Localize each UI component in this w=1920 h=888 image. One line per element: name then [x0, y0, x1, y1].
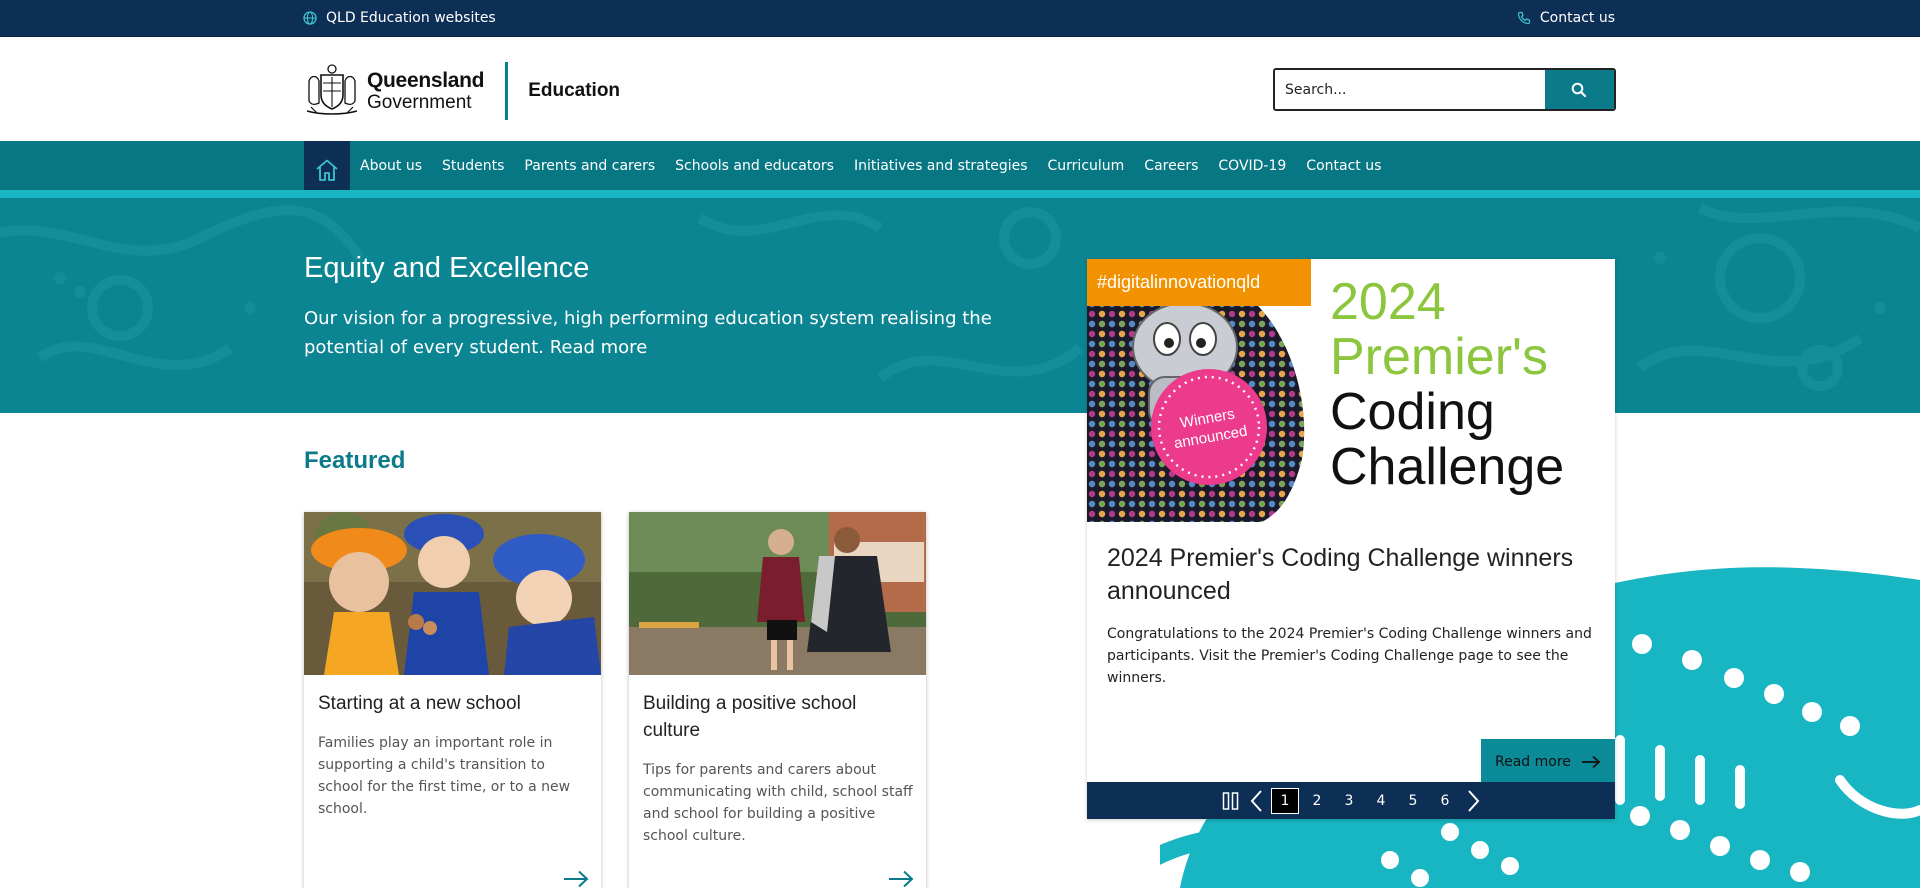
- nav-accent-stripe: [0, 190, 1920, 198]
- search-button[interactable]: [1544, 70, 1614, 109]
- coat-of-arms-icon: [306, 64, 358, 115]
- site-header: Queensland Government Education: [0, 37, 1920, 141]
- search-icon: [1572, 82, 1587, 97]
- chevron-right-icon: [1468, 789, 1480, 812]
- carousel-next-button[interactable]: [1465, 789, 1481, 813]
- hero-banner: Equity and Excellence Our vision for a p…: [0, 198, 1920, 413]
- arrow-right-icon[interactable]: [563, 870, 589, 888]
- utility-bar: QLD Education websites Contact us: [0, 0, 1920, 37]
- nav-item-initiatives-and-strategies[interactable]: Initiatives and strategies: [854, 158, 1028, 174]
- nav-item-about-us[interactable]: About us: [360, 158, 422, 174]
- arrow-right-icon[interactable]: [888, 870, 914, 888]
- globe-icon: [303, 11, 317, 25]
- brand-wordmark: Queensland Government: [367, 69, 485, 113]
- carousel-banner-image[interactable]: #digitalinnovationqld Winners announced …: [1087, 259, 1615, 522]
- banner-heading: 2024 Premier's Coding Challenge: [1330, 275, 1564, 495]
- pause-icon: [1222, 791, 1239, 810]
- card-title[interactable]: Building a positive school culture: [643, 690, 913, 744]
- carousel-read-more-button[interactable]: Read more: [1481, 739, 1615, 784]
- department-name: Education: [528, 80, 621, 101]
- card-text: Families play an important role in suppo…: [318, 735, 571, 817]
- card-image-school-walk: [629, 512, 926, 675]
- banner-line-4: Challenge: [1330, 438, 1565, 496]
- nav-item-parents-and-carers[interactable]: Parents and carers: [524, 158, 655, 174]
- carousel-page-2[interactable]: 2: [1303, 788, 1331, 814]
- arrow-right-icon: [1581, 755, 1601, 768]
- featured-heading: Featured: [304, 447, 406, 474]
- card-text: Tips for parents and carers about commun…: [643, 762, 913, 844]
- carousel-page-4[interactable]: 4: [1367, 788, 1395, 814]
- nav-item-curriculum[interactable]: Curriculum: [1048, 158, 1125, 174]
- hero-title: Equity and Excellence: [304, 252, 590, 284]
- phone-icon: [1517, 11, 1531, 25]
- card-title[interactable]: Starting at a new school: [318, 690, 588, 717]
- featured-card-new-school[interactable]: Starting at a new school Families play a…: [304, 512, 601, 888]
- utility-contact-link[interactable]: Contact us: [1517, 10, 1615, 26]
- carousel-page-5[interactable]: 5: [1399, 788, 1427, 814]
- main-navigation: About us Students Parents and carers Sch…: [0, 141, 1920, 198]
- home-icon: [316, 159, 338, 181]
- nav-item-covid-19[interactable]: COVID-19: [1218, 158, 1286, 174]
- read-more-label: Read more: [1495, 753, 1571, 770]
- carousel-page-6[interactable]: 6: [1431, 788, 1459, 814]
- brand-line-1: Queensland: [367, 69, 485, 92]
- nav-item-students[interactable]: Students: [442, 158, 504, 174]
- utility-contact-label: Contact us: [1539, 10, 1615, 26]
- carousel-text: Congratulations to the 2024 Premier's Co…: [1107, 626, 1592, 686]
- carousel-prev-button[interactable]: [1249, 789, 1265, 813]
- card-image-children: [304, 512, 601, 675]
- banner-year: 2024: [1330, 273, 1446, 331]
- nav-item-schools-and-educators[interactable]: Schools and educators: [675, 158, 834, 174]
- chevron-left-icon: [1250, 789, 1262, 812]
- banner-line-2: Premier's: [1330, 328, 1548, 386]
- nav-item-contact-us[interactable]: Contact us: [1306, 158, 1381, 174]
- hero-text[interactable]: Our vision for a progressive, high perfo…: [304, 304, 1074, 362]
- carousel: #digitalinnovationqld Winners announced …: [1087, 259, 1615, 819]
- page: QLD Education websites Contact us Queens…: [0, 0, 1920, 888]
- carousel-page-1[interactable]: 1: [1271, 787, 1299, 814]
- qld-education-websites-link[interactable]: QLD Education websites: [303, 10, 496, 26]
- qld-education-websites-label: QLD Education websites: [326, 10, 496, 26]
- brand-line-2: Government: [367, 92, 472, 113]
- carousel-page-3[interactable]: 3: [1335, 788, 1363, 814]
- banner-line-3: Coding: [1330, 383, 1495, 441]
- carousel-title[interactable]: 2024 Premier's Coding Challenge winners …: [1107, 542, 1597, 608]
- carousel-controls: 1 2 3 4 5 6: [1087, 782, 1615, 819]
- search-input[interactable]: [1275, 70, 1545, 109]
- nav-list: About us Students Parents and carers Sch…: [360, 141, 1401, 190]
- logo-divider: [505, 62, 509, 120]
- hashtag-label: #digitalinnovationqld: [1087, 259, 1311, 306]
- qld-government-logo[interactable]: Queensland Government Education: [303, 61, 620, 121]
- featured-card-school-culture[interactable]: Building a positive school culture Tips …: [629, 512, 926, 888]
- carousel-pause-button[interactable]: [1221, 791, 1241, 811]
- site-search: [1273, 68, 1616, 111]
- nav-item-careers[interactable]: Careers: [1144, 158, 1198, 174]
